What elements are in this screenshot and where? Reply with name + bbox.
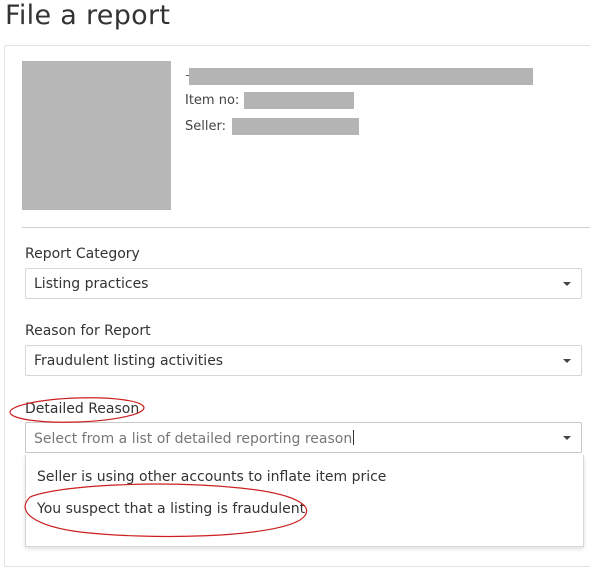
- item-title-redacted: [189, 68, 533, 85]
- detailed-reason-options: Seller is using other accounts to inflat…: [25, 455, 584, 547]
- item-no-redacted: [244, 92, 354, 109]
- divider: [22, 227, 590, 228]
- text-cursor: [353, 430, 355, 445]
- reason-value: Fraudulent listing activities: [34, 353, 224, 369]
- reason-label: Reason for Report: [25, 323, 151, 339]
- detailed-reason-label: Detailed Reason: [25, 401, 140, 417]
- detailed-reason-placeholder: Select from a list of detailed reporting…: [34, 430, 355, 447]
- chevron-down-icon: [563, 282, 571, 286]
- option-fraudulent-listing[interactable]: You suspect that a listing is fraudulent: [37, 501, 305, 517]
- option-inflate-price[interactable]: Seller is using other accounts to inflat…: [37, 469, 386, 485]
- reason-select[interactable]: Fraudulent listing activities: [25, 345, 582, 376]
- seller-redacted: [232, 118, 359, 135]
- item-thumbnail: [22, 61, 171, 210]
- item-no-label: Item no:: [185, 93, 240, 108]
- page-title: File a report: [5, 0, 171, 31]
- detailed-reason-select[interactable]: Select from a list of detailed reporting…: [25, 422, 582, 453]
- report-category-value: Listing practices: [34, 276, 149, 292]
- report-category-label: Report Category: [25, 246, 140, 262]
- report-category-select[interactable]: Listing practices: [25, 268, 582, 299]
- chevron-down-icon: [563, 436, 571, 440]
- seller-label: Seller:: [185, 119, 226, 134]
- chevron-down-icon: [563, 359, 571, 363]
